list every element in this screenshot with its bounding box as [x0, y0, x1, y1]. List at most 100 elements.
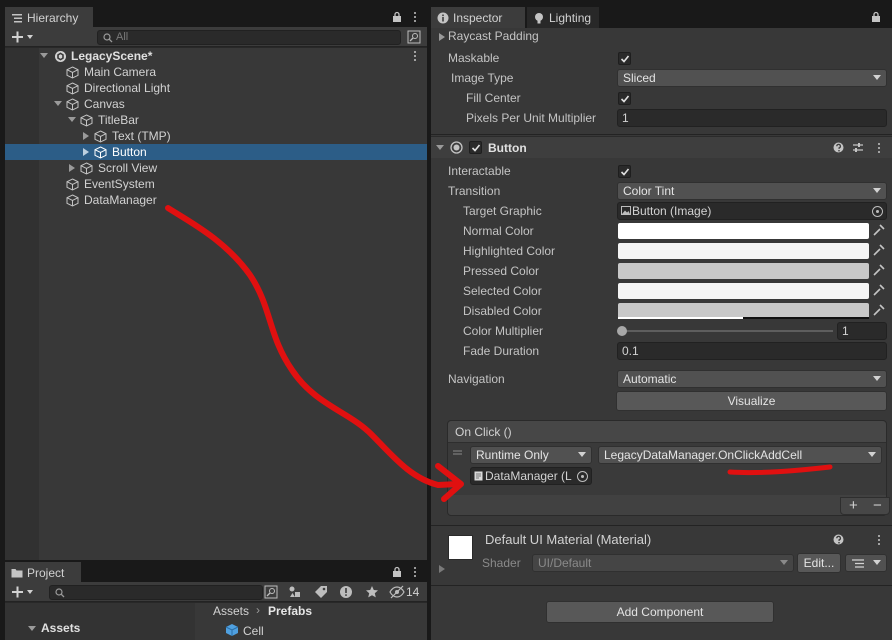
help-icon[interactable] [833, 142, 844, 153]
target-graphic-field[interactable]: Button (Image) [617, 202, 887, 220]
lock-icon[interactable] [392, 566, 402, 578]
drag-handle-icon[interactable] [453, 450, 462, 456]
tab-project-label: Project [27, 566, 65, 580]
tree-item-text-tmp[interactable]: Text (TMP) [5, 128, 427, 144]
add-dropdown-icon[interactable] [11, 30, 35, 44]
eyedropper-icon[interactable] [872, 263, 886, 277]
expand-arrow-icon[interactable] [436, 144, 444, 152]
highlighted-color-swatch[interactable] [618, 243, 869, 259]
collapsed-arrow-icon[interactable] [438, 33, 446, 41]
material-menu-icon[interactable] [877, 535, 881, 547]
maskable-checkbox[interactable] [618, 52, 631, 65]
breadcrumb-prefabs[interactable]: Prefabs [268, 604, 312, 618]
color-multiplier-field[interactable]: 1 [837, 322, 887, 340]
raycast-padding-label[interactable]: Raycast Padding [448, 27, 539, 45]
remove-listener-button[interactable]: − [873, 497, 882, 514]
pressed-color-swatch[interactable] [618, 263, 869, 279]
tree-item-label: Canvas [84, 97, 125, 111]
breadcrumb-assets[interactable]: Assets [213, 604, 249, 618]
hidden-eye-icon[interactable] [389, 585, 405, 599]
image-type-label: Image Type [451, 71, 514, 85]
fill-center-checkbox[interactable] [618, 92, 631, 105]
selected-color-swatch[interactable] [618, 283, 869, 299]
favorite-star-icon[interactable] [365, 585, 379, 599]
label-tag-icon[interactable] [314, 585, 328, 599]
button-enabled-checkbox[interactable] [469, 141, 482, 154]
disabled-color-swatch[interactable] [618, 303, 869, 319]
component-separator [431, 585, 892, 586]
collapsed-arrow-icon[interactable] [82, 148, 90, 156]
project-item-cell[interactable]: Cell [243, 624, 264, 638]
hierarchy-tabbar: Hierarchy [5, 7, 427, 28]
transition-dropdown[interactable]: Color Tint [617, 182, 887, 200]
tree-item-legacyscene[interactable]: LegacyScene* [5, 48, 427, 64]
scene-search-icon[interactable] [407, 30, 421, 44]
lock-icon[interactable] [871, 11, 881, 23]
help-icon[interactable] [833, 534, 844, 545]
tab-inspector[interactable]: Inspector [431, 7, 525, 28]
object-picker-icon[interactable] [577, 471, 588, 482]
add-listener-button[interactable]: + [849, 497, 858, 514]
eyedropper-icon[interactable] [872, 283, 886, 297]
tree-item-main-camera[interactable]: Main Camera [5, 64, 427, 80]
normal-color-swatch[interactable] [618, 223, 869, 239]
gameobject-cube-icon [66, 82, 79, 95]
ppu-multiplier-field[interactable]: 1 [617, 109, 887, 127]
sidebar-folder-assets[interactable]: Assets [41, 621, 80, 635]
shader-edit-button[interactable]: Edit... [797, 553, 841, 573]
expand-arrow-icon[interactable] [54, 100, 62, 108]
eyedropper-icon[interactable] [872, 303, 886, 317]
tree-item-titlebar[interactable]: TitleBar [5, 112, 427, 128]
shader-dropdown[interactable]: UI/Default [532, 554, 794, 572]
warning-filter-icon[interactable] [339, 585, 353, 599]
hierarchy-menu-icon[interactable] [413, 12, 417, 24]
chevron-down-icon [873, 75, 881, 80]
navigation-dropdown[interactable]: Automatic [617, 370, 887, 388]
lock-icon[interactable] [392, 11, 402, 23]
eyedropper-icon[interactable] [872, 243, 886, 257]
target-object-field[interactable]: DataManager (L [470, 467, 592, 485]
presets-sliders-icon[interactable] [852, 142, 864, 154]
filter-type-icon[interactable] [288, 585, 302, 599]
tree-item-scroll-view[interactable]: Scroll View [5, 160, 427, 176]
object-picker-icon[interactable] [872, 206, 883, 217]
list-icon [12, 14, 22, 23]
tab-lighting[interactable]: Lighting [527, 7, 599, 28]
expand-arrow-icon[interactable] [28, 625, 36, 633]
tree-item-canvas[interactable]: Canvas [5, 96, 427, 112]
button-component-header[interactable]: Button [431, 136, 892, 158]
collapsed-arrow-icon[interactable] [438, 565, 446, 573]
project-search-input[interactable] [49, 585, 263, 600]
scene-search-icon[interactable] [264, 585, 278, 599]
color-multiplier-slider-track[interactable] [622, 330, 833, 332]
add-dropdown-icon[interactable] [11, 585, 35, 599]
tab-project[interactable]: Project [5, 562, 81, 583]
project-menu-icon[interactable] [413, 567, 417, 579]
runtime-mode-dropdown[interactable]: Runtime Only [470, 446, 592, 464]
collapsed-arrow-icon[interactable] [68, 164, 76, 172]
tree-item-label: LegacyScene* [71, 49, 153, 63]
expand-arrow-icon[interactable] [40, 52, 48, 60]
visualize-button[interactable]: Visualize [616, 391, 887, 411]
hierarchy-search-input[interactable]: All [97, 30, 401, 45]
eyedropper-icon[interactable] [872, 223, 886, 237]
tree-item-eventsystem[interactable]: EventSystem [5, 176, 427, 192]
image-type-dropdown[interactable]: Sliced [617, 69, 887, 87]
fill-center-label: Fill Center [466, 91, 521, 105]
component-menu-icon[interactable] [877, 143, 881, 155]
color-multiplier-slider-handle[interactable] [617, 326, 627, 336]
add-component-button[interactable]: Add Component [546, 601, 774, 623]
collapsed-arrow-icon[interactable] [82, 132, 90, 140]
fade-duration-field[interactable]: 0.1 [617, 342, 887, 360]
interactable-checkbox[interactable] [618, 165, 631, 178]
tree-item-datamanager[interactable]: DataManager [5, 192, 427, 208]
tree-item-button[interactable]: Button [5, 144, 427, 160]
tree-item-directional-light[interactable]: Directional Light [5, 80, 427, 96]
function-dropdown[interactable]: LegacyDataManager.OnClickAddCell [598, 446, 882, 464]
onclick-entry: Runtime Only LegacyDataManager.OnClickAd… [448, 443, 886, 495]
scene-menu-icon[interactable] [413, 51, 417, 63]
onclick-title: On Click () [448, 421, 886, 443]
shader-options-dropdown[interactable] [845, 554, 887, 572]
tab-hierarchy[interactable]: Hierarchy [5, 7, 93, 28]
expand-arrow-icon[interactable] [68, 116, 76, 124]
